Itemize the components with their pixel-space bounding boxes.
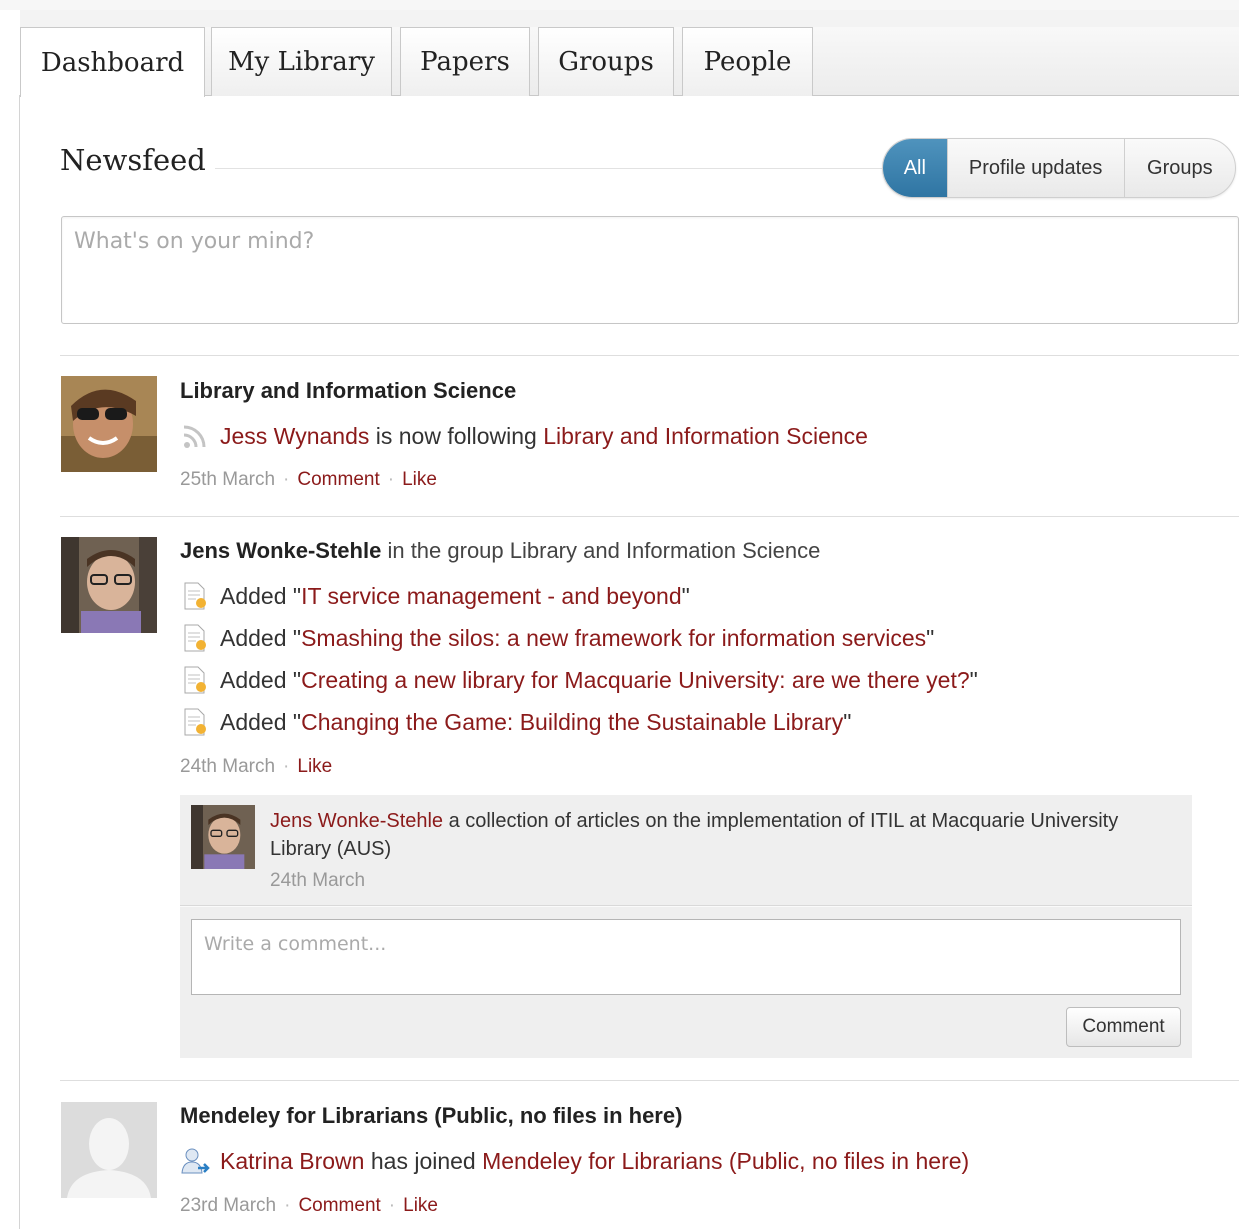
feed-item-meta: 23rd March · Comment · Like	[180, 1195, 438, 1217]
document-add-icon	[180, 707, 210, 737]
feed-item-headline: Jens Wonke-Stehle in the group Library a…	[180, 538, 820, 564]
user-join-icon	[180, 1146, 210, 1176]
comment-link[interactable]: Comment	[297, 469, 379, 490]
avatar-photo-jens	[61, 537, 157, 633]
comment-link[interactable]: Comment	[298, 1195, 380, 1216]
comment-submit-button[interactable]: Comment	[1066, 1007, 1181, 1047]
added-paper-row: Added " Changing the Game: Building the S…	[180, 707, 851, 737]
separator: ·	[283, 756, 290, 777]
like-link[interactable]: Like	[403, 1195, 438, 1216]
tab-dashboard[interactable]: Dashboard	[20, 27, 205, 97]
comment-avatar[interactable]	[191, 805, 255, 869]
tab-papers[interactable]: Papers	[400, 27, 530, 96]
item-date: 23rd March	[180, 1195, 277, 1216]
actor-name[interactable]: Jens Wonke-Stehle	[180, 538, 381, 563]
group-context: in the group Library and Information Sci…	[387, 538, 821, 563]
separator: ·	[387, 469, 395, 490]
added-paper-row: Added " Creating a new library for Macqua…	[180, 665, 978, 695]
top-strip	[0, 0, 1239, 10]
feed-divider	[60, 1080, 1239, 1081]
avatar-photo-jess	[61, 376, 157, 472]
document-add-icon	[180, 581, 210, 611]
feed-item-headline: Library and Information Science	[180, 378, 517, 403]
comment-panel: Jens Wonke-Stehle a collection of articl…	[180, 795, 1192, 1058]
separator: ·	[284, 1195, 291, 1216]
rss-icon	[180, 421, 210, 451]
filter-profile-updates-button[interactable]: Profile updates	[946, 139, 1124, 197]
separator: ·	[388, 1195, 396, 1216]
filter-all-button[interactable]: All	[883, 139, 947, 197]
newsfeed-title: Newsfeed	[60, 143, 206, 177]
added-label: Added	[220, 666, 287, 693]
paper-link[interactable]: Creating a new library for Macquarie Uni…	[301, 667, 970, 694]
comment-text: Jens Wonke-Stehle a collection of articl…	[270, 807, 1150, 863]
tab-groups[interactable]: Groups	[538, 27, 674, 96]
status-input[interactable]: What's on your mind?	[61, 216, 1239, 324]
main-tab-bar: Dashboard My Library Papers Groups Peopl…	[20, 27, 1239, 97]
target-link[interactable]: Mendeley for Librarians (Public, no file…	[482, 1148, 969, 1175]
paper-link[interactable]: Changing the Game: Building the Sustaina…	[301, 709, 843, 736]
added-label: Added	[220, 708, 287, 735]
avatar[interactable]	[61, 1102, 157, 1198]
added-label: Added	[220, 582, 287, 609]
avatar[interactable]	[61, 376, 157, 472]
feed-divider	[60, 355, 1239, 356]
actor-link[interactable]: Jess Wynands	[220, 423, 369, 450]
feed-item-meta: 25th March · Comment · Like	[180, 469, 437, 491]
feed-item-headline: Mendeley for Librarians (Public, no file…	[180, 1103, 683, 1128]
document-add-icon	[180, 623, 210, 653]
content-border	[19, 95, 20, 1229]
added-label: Added	[220, 624, 287, 651]
newsfeed-filter-group: All Profile updates Groups	[882, 138, 1236, 198]
default-avatar-icon	[61, 1102, 157, 1198]
feed-item-activity: Katrina Brown has joined Mendeley for Li…	[180, 1146, 969, 1176]
added-paper-row: Added " IT service management - and beyon…	[180, 581, 690, 611]
paper-link[interactable]: Smashing the silos: a new framework for …	[301, 625, 926, 652]
comment-author-link[interactable]: Jens Wonke-Stehle	[270, 810, 443, 832]
avatar-photo-jens	[191, 805, 255, 869]
like-link[interactable]: Like	[297, 756, 332, 777]
document-add-icon	[180, 665, 210, 695]
feed-item-activity: Jess Wynands is now following Library an…	[180, 421, 868, 451]
avatar[interactable]	[61, 537, 157, 633]
title-divider	[215, 168, 885, 169]
comment-date: 24th March	[270, 870, 366, 891]
tab-my-library[interactable]: My Library	[211, 27, 392, 96]
tab-people[interactable]: People	[682, 27, 813, 96]
separator: ·	[283, 469, 290, 490]
comment-divider-highlight	[180, 906, 1192, 907]
like-link[interactable]: Like	[402, 469, 437, 490]
activity-text: is now following	[375, 422, 537, 449]
item-date: 25th March	[180, 469, 276, 490]
feed-item-meta: 24th March · Like	[180, 756, 332, 778]
filter-groups-button[interactable]: Groups	[1123, 139, 1235, 197]
comment-input[interactable]: Write a comment...	[191, 919, 1181, 995]
tab-area-background	[20, 10, 1239, 27]
activity-text: has joined	[370, 1147, 476, 1174]
actor-link[interactable]: Katrina Brown	[220, 1148, 364, 1175]
target-link[interactable]: Library and Information Science	[543, 423, 868, 450]
feed-divider	[60, 516, 1239, 517]
item-date: 24th March	[180, 756, 276, 777]
added-paper-row: Added " Smashing the silos: a new framewo…	[180, 623, 934, 653]
paper-link[interactable]: IT service management - and beyond	[301, 583, 682, 610]
